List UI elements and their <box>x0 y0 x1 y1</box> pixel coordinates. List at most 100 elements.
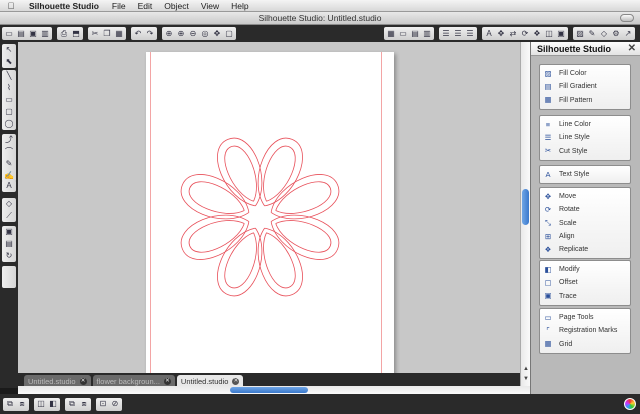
line-style-button[interactable]: ☰ Line Style <box>540 131 630 144</box>
send-backward-icon[interactable]: ⧈ <box>79 399 90 410</box>
open-file-icon[interactable]: ▤ <box>16 28 27 39</box>
line-tool-icon[interactable]: ╲ <box>2 70 16 82</box>
make-compound-icon[interactable]: ◫ <box>36 399 47 410</box>
menu-help[interactable]: Help <box>225 1 254 11</box>
move-button[interactable]: ✥ Move <box>540 190 630 203</box>
cut-view-icon[interactable]: ▤ <box>410 28 421 39</box>
offset-tool-icon[interactable]: ▣ <box>556 28 567 39</box>
save-icon[interactable]: ▣ <box>28 28 39 39</box>
fill-pattern-button[interactable]: ▦ Fill Pattern <box>540 94 630 107</box>
curve-tool-icon[interactable]: ⤴ <box>2 134 16 146</box>
text-icon[interactable]: A <box>2 180 16 192</box>
select-arrow-icon[interactable]: ↖ <box>2 44 16 56</box>
text-style-button[interactable]: A Text Style <box>540 168 630 181</box>
trace-button[interactable]: ▣ Trace <box>540 290 630 303</box>
flip-icon[interactable]: ⇄ <box>508 28 519 39</box>
registration-marks-button[interactable]: ⌜ Registration Marks <box>540 324 630 337</box>
redo-icon[interactable]: ↷ <box>145 28 156 39</box>
scale-button[interactable]: ⤡ Scale <box>540 217 630 230</box>
knife-tool-icon[interactable]: ⟋ <box>2 210 16 222</box>
delete-icon[interactable]: ⊘ <box>110 399 121 410</box>
menu-edit[interactable]: Edit <box>132 1 159 11</box>
grid-button[interactable]: ▦ Grid <box>540 338 630 351</box>
zoom-select-icon[interactable]: ◎ <box>200 28 211 39</box>
point-edit-icon[interactable]: ⬉ <box>2 56 16 68</box>
close-tab-icon[interactable]: ✕ <box>163 378 171 385</box>
design-canvas[interactable] <box>18 42 520 373</box>
transform-icon[interactable]: ✥ <box>496 28 507 39</box>
shapes-icon[interactable]: ◫ <box>544 28 555 39</box>
eraser-tool-icon[interactable]: ◇ <box>2 198 16 210</box>
arc-tool-icon[interactable]: ⌒ <box>2 146 16 158</box>
menu-object[interactable]: Object <box>158 1 195 11</box>
release-compound-icon[interactable]: ◧ <box>48 399 59 410</box>
align-left-icon[interactable]: ☰ <box>441 28 452 39</box>
group-icon[interactable]: ⧉ <box>5 399 16 410</box>
toolbar-toggle-button[interactable] <box>620 14 634 22</box>
ellipse-tool-icon[interactable]: ◯ <box>2 118 16 130</box>
align-button[interactable]: ⊞ Align <box>540 230 630 243</box>
eraser-icon[interactable]: ◇ <box>599 28 610 39</box>
flower-shape[interactable] <box>170 127 350 307</box>
menu-file[interactable]: File <box>106 1 132 11</box>
undo-icon[interactable]: ↶ <box>133 28 144 39</box>
cut-window-icon[interactable]: ▤ <box>2 238 16 250</box>
align-right-icon[interactable]: ☰ <box>465 28 476 39</box>
fill-gradient-button[interactable]: ▤ Fill Gradient <box>540 80 630 93</box>
menu-view[interactable]: View <box>195 1 225 11</box>
lock-icon[interactable]: ⊡ <box>98 399 109 410</box>
line-color-button[interactable]: ≡ Line Color <box>540 118 630 131</box>
cut-icon[interactable]: ✂ <box>90 28 101 39</box>
close-tab-icon[interactable]: ✕ <box>232 378 240 385</box>
weld-icon[interactable]: ❖ <box>532 28 543 39</box>
zoom-fit-icon[interactable]: ⊕ <box>164 28 175 39</box>
paste-icon[interactable]: ▦ <box>114 28 125 39</box>
zoom-slider[interactable] <box>2 266 16 288</box>
pan-icon[interactable]: ✥ <box>212 28 223 39</box>
bring-forward-icon[interactable]: ⧉ <box>67 399 78 410</box>
grid-view-icon[interactable]: ▦ <box>386 28 397 39</box>
cutting-mat-page[interactable] <box>146 52 394 373</box>
new-document-icon[interactable]: ▭ <box>4 28 15 39</box>
ungroup-icon[interactable]: ⧈ <box>17 399 28 410</box>
scroll-down-arrow-icon[interactable]: ▼ <box>522 376 530 384</box>
copy-icon[interactable]: ❐ <box>102 28 113 39</box>
zoom-in-icon[interactable]: ⊕ <box>176 28 187 39</box>
text-tool-icon[interactable]: A <box>484 28 495 39</box>
fit-to-page-icon[interactable]: ▢ <box>224 28 235 39</box>
vertical-scroll-thumb[interactable] <box>522 189 529 225</box>
fill-window-icon[interactable]: ▣ <box>2 226 16 238</box>
cut-style-button[interactable]: ✂ Cut Style <box>540 145 630 158</box>
apple-menu-icon[interactable]:  <box>0 1 22 11</box>
vertical-scrollbar[interactable]: ▲ ▼ <box>520 42 530 388</box>
rotate-tool-icon[interactable]: ⟳ <box>520 28 531 39</box>
scroll-up-arrow-icon[interactable]: ▲ <box>522 366 530 374</box>
knife-icon[interactable]: ↗ <box>623 28 634 39</box>
rectangle-tool-icon[interactable]: ▭ <box>2 94 16 106</box>
horizontal-scrollbar[interactable] <box>18 386 530 394</box>
rotate-window-icon[interactable]: ↻ <box>2 250 16 262</box>
modify-button[interactable]: ◧ Modify <box>540 263 630 276</box>
menu-app-name[interactable]: Silhouette Studio <box>22 1 106 11</box>
print-icon[interactable]: ⎙ <box>59 28 70 39</box>
library-view-icon[interactable]: ▥ <box>422 28 433 39</box>
fill-tool-icon[interactable]: ▨ <box>575 28 586 39</box>
rotate-button[interactable]: ⟳ Rotate <box>540 203 630 216</box>
settings-icon[interactable]: ⚙ <box>611 28 622 39</box>
offset-button[interactable]: ▢ Offset <box>540 276 630 289</box>
replicate-button[interactable]: ❖ Replicate <box>540 243 630 256</box>
align-center-icon[interactable]: ☰ <box>453 28 464 39</box>
page-tools-button[interactable]: ▭ Page Tools <box>540 311 630 324</box>
rounded-rect-tool-icon[interactable]: ▢ <box>2 106 16 118</box>
horizontal-scroll-thumb[interactable] <box>230 387 308 393</box>
pencil-icon[interactable]: ✎ <box>587 28 598 39</box>
fill-color-button[interactable]: ▨ Fill Color <box>540 67 630 80</box>
page-view-icon[interactable]: ▭ <box>398 28 409 39</box>
send-to-cutter-icon[interactable]: ⬒ <box>71 28 82 39</box>
freehand-tool-icon[interactable]: ✎ <box>2 158 16 170</box>
polygon-tool-icon[interactable]: ⌇ <box>2 82 16 94</box>
close-tab-icon[interactable]: ✕ <box>79 378 87 385</box>
close-panel-icon[interactable]: ✕ <box>628 43 636 54</box>
zoom-out-icon[interactable]: ⊖ <box>188 28 199 39</box>
library-icon[interactable]: ▥ <box>40 28 51 39</box>
